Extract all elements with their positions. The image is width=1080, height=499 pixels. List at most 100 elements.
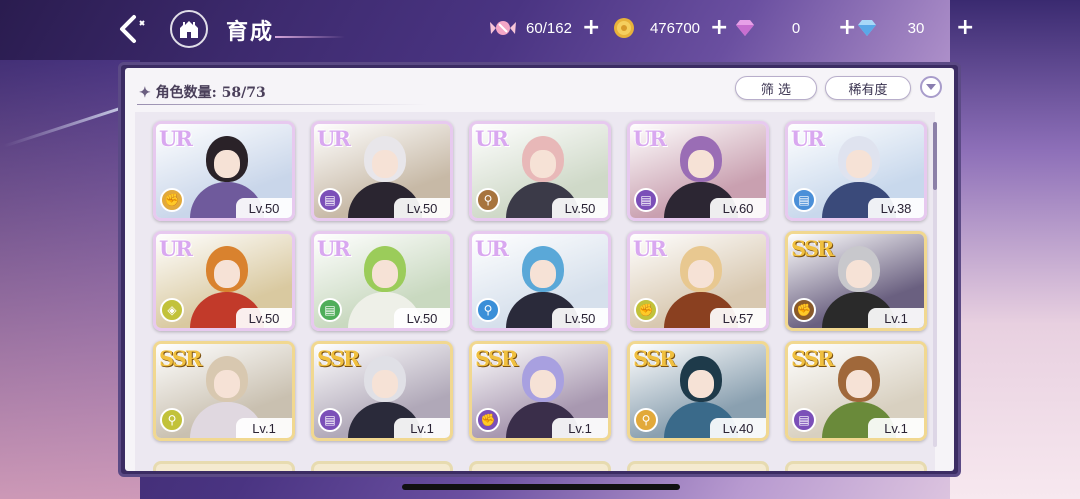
level-label: Lv.60 bbox=[710, 198, 766, 218]
character-face bbox=[846, 370, 872, 398]
page-title: 育成 bbox=[226, 20, 275, 45]
candy-value: 60/162 bbox=[526, 19, 572, 37]
level-label: Lv.50 bbox=[236, 198, 292, 218]
character-face bbox=[530, 260, 556, 288]
character-face bbox=[688, 260, 714, 288]
character-face bbox=[846, 260, 872, 288]
rarity-label: SSR bbox=[475, 346, 518, 371]
rarity-label: SSR bbox=[317, 346, 360, 371]
character-count: ✦ 角色数量: 58/73 bbox=[139, 82, 266, 102]
character-face bbox=[214, 370, 240, 398]
character-card[interactable]: UR ⚲ Lv.50 bbox=[469, 231, 611, 331]
rarity-label: SSR bbox=[633, 346, 676, 371]
wand-icon: ⚲ bbox=[476, 298, 500, 322]
character-face bbox=[214, 260, 240, 288]
character-face bbox=[372, 150, 398, 178]
character-card[interactable]: SSR ▤ Lv.1 bbox=[785, 341, 927, 441]
wand-icon: ⚲ bbox=[476, 188, 500, 212]
level-label: Lv.1 bbox=[394, 418, 450, 438]
rarity-label: UR bbox=[475, 126, 509, 151]
resource-blue-diamond: 30 + bbox=[856, 16, 974, 40]
home-indicator[interactable] bbox=[402, 484, 680, 490]
gold-coin-icon bbox=[614, 18, 634, 38]
chevron-down-icon bbox=[926, 84, 936, 90]
character-card[interactable]: UR ▤ Lv.38 bbox=[785, 121, 927, 221]
fist-icon: ✊ bbox=[160, 188, 184, 212]
level-label: Lv.38 bbox=[868, 198, 924, 218]
level-label: Lv.50 bbox=[552, 308, 608, 328]
level-label: Lv.1 bbox=[552, 418, 608, 438]
character-card-partial[interactable] bbox=[153, 461, 295, 471]
character-face bbox=[846, 150, 872, 178]
character-card[interactable]: UR ▤ Lv.50 bbox=[311, 231, 453, 331]
title-underline bbox=[275, 36, 345, 38]
rarity-sort-button[interactable]: 稀有度 bbox=[825, 76, 911, 100]
character-card[interactable]: UR ◈ Lv.50 bbox=[153, 231, 295, 331]
book-icon: ▤ bbox=[318, 188, 342, 212]
character-face bbox=[530, 370, 556, 398]
add-pink-diamond-button[interactable]: + bbox=[838, 17, 856, 39]
top-bar: 育成 60/162 + 476700 + 0 + 30 + bbox=[0, 0, 1080, 58]
rarity-label: UR bbox=[633, 236, 667, 261]
character-card-partial[interactable] bbox=[469, 461, 611, 471]
scrollbar-thumb[interactable] bbox=[933, 122, 937, 190]
character-card[interactable]: SSR ▤ Lv.1 bbox=[311, 341, 453, 441]
rarity-label: SSR bbox=[791, 346, 834, 371]
fist-icon: ✊ bbox=[792, 298, 816, 322]
rarity-label: UR bbox=[317, 236, 351, 261]
character-card-partial[interactable] bbox=[785, 461, 927, 471]
character-card-partial[interactable] bbox=[311, 461, 453, 471]
rarity-label: UR bbox=[475, 236, 509, 261]
character-card[interactable]: UR ✊ Lv.50 bbox=[153, 121, 295, 221]
sparkle-icon: ✦ bbox=[139, 85, 151, 101]
book-icon: ▤ bbox=[318, 408, 342, 432]
candy-icon bbox=[490, 21, 516, 35]
character-card[interactable]: SSR ⚲ Lv.40 bbox=[627, 341, 769, 441]
back-button[interactable] bbox=[112, 10, 152, 48]
rarity-label: UR bbox=[159, 126, 193, 151]
character-count-label: 角色数量: 58/73 bbox=[155, 85, 266, 101]
rarity-label: UR bbox=[317, 126, 351, 151]
character-panel: ✦ 角色数量: 58/73 筛 选 稀有度 UR ✊ Lv.50 UR ▤ Lv.50 UR… bbox=[125, 68, 954, 471]
level-label: Lv.1 bbox=[868, 418, 924, 438]
rarity-label: UR bbox=[633, 126, 667, 151]
pink-diamond-icon bbox=[736, 20, 754, 36]
shield-icon: ◈ bbox=[160, 298, 184, 322]
character-face bbox=[372, 260, 398, 288]
resource-pink-diamond: 0 + bbox=[734, 16, 856, 40]
fist-icon: ✊ bbox=[476, 408, 500, 432]
character-card[interactable]: UR ✊ Lv.57 bbox=[627, 231, 769, 331]
character-face bbox=[530, 150, 556, 178]
character-card[interactable]: SSR ⚲ Lv.1 bbox=[153, 341, 295, 441]
book-icon: ▤ bbox=[792, 408, 816, 432]
character-card[interactable]: SSR ✊ Lv.1 bbox=[469, 341, 611, 441]
castle-icon bbox=[180, 21, 198, 38]
add-blue-diamond-button[interactable]: + bbox=[956, 17, 974, 39]
character-face bbox=[214, 150, 240, 178]
character-card-partial[interactable] bbox=[627, 461, 769, 471]
book-icon: ▤ bbox=[634, 188, 658, 212]
add-candy-button[interactable]: + bbox=[582, 17, 600, 39]
character-card[interactable]: UR ▤ Lv.50 bbox=[311, 121, 453, 221]
pink-diamond-value: 0 bbox=[791, 19, 801, 37]
level-label: Lv.1 bbox=[868, 308, 924, 328]
home-button[interactable] bbox=[170, 10, 208, 48]
fist-icon: ✊ bbox=[634, 298, 658, 322]
rarity-label: SSR bbox=[791, 236, 834, 261]
level-label: Lv.40 bbox=[710, 418, 766, 438]
level-label: Lv.50 bbox=[394, 198, 450, 218]
character-card[interactable]: SSR ✊ Lv.1 bbox=[785, 231, 927, 331]
level-label: Lv.57 bbox=[710, 308, 766, 328]
blue-diamond-value: 30 bbox=[907, 19, 925, 37]
level-label: Lv.50 bbox=[394, 308, 450, 328]
sort-order-button[interactable] bbox=[920, 76, 942, 98]
level-label: Lv.50 bbox=[236, 308, 292, 328]
character-card[interactable]: UR ⚲ Lv.50 bbox=[469, 121, 611, 221]
character-card[interactable]: UR ▤ Lv.60 bbox=[627, 121, 769, 221]
character-face bbox=[688, 150, 714, 178]
rarity-label: UR bbox=[791, 126, 825, 151]
wand-icon: ⚲ bbox=[160, 408, 184, 432]
level-label: Lv.1 bbox=[236, 418, 292, 438]
filter-button[interactable]: 筛 选 bbox=[735, 76, 817, 100]
add-gold-button[interactable]: + bbox=[710, 17, 728, 39]
